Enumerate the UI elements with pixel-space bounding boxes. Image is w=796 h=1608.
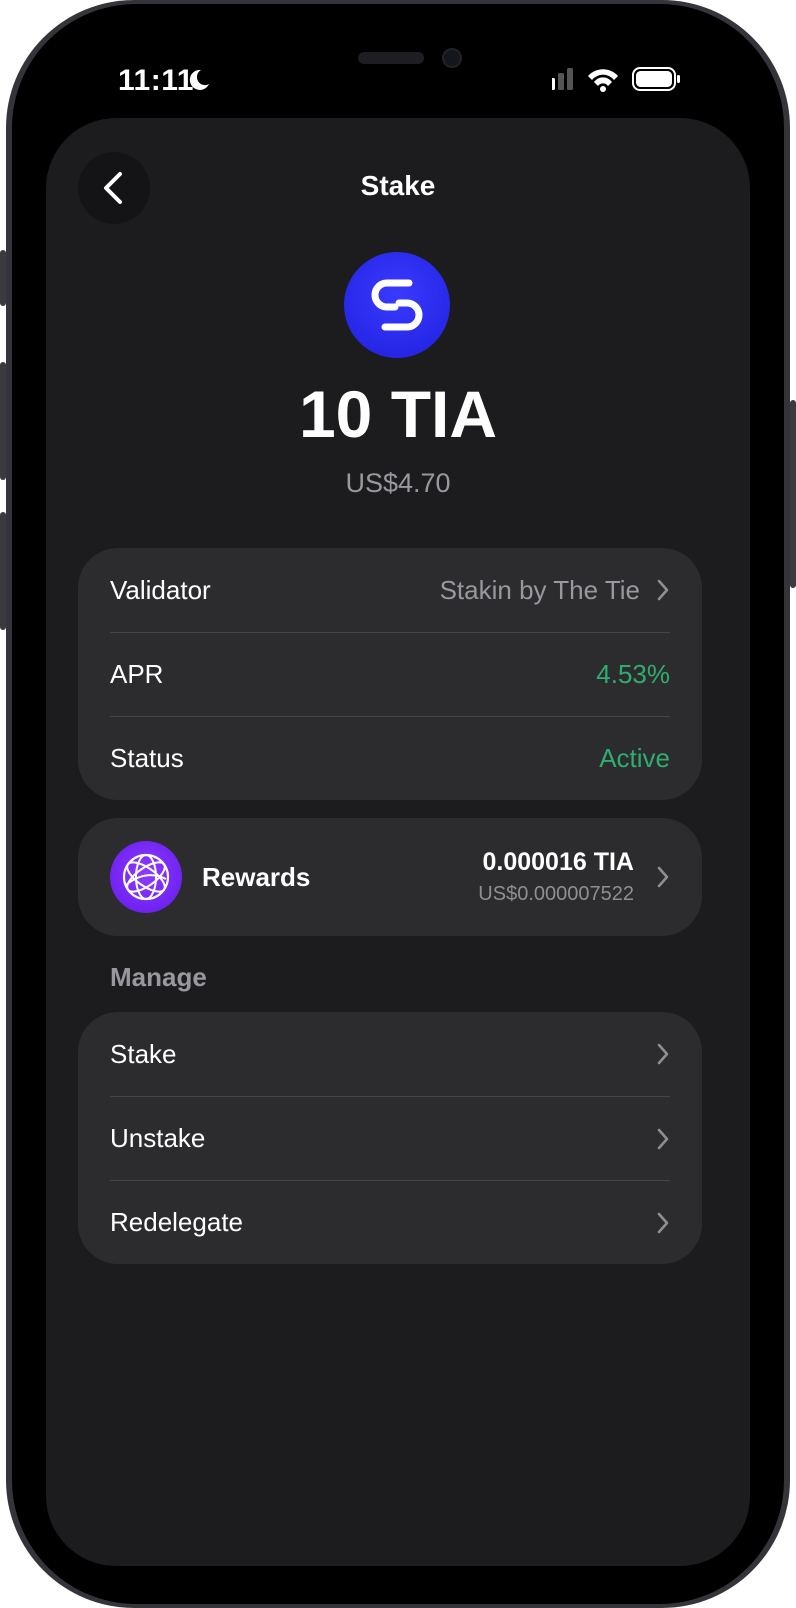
apr-label: APR [110, 659, 164, 689]
validator-row[interactable]: Validator Stakin by The Tie [110, 548, 670, 632]
status-icons [552, 67, 680, 92]
stake-fiat-value: US$4.70 [345, 468, 451, 498]
validator-label: Validator [110, 574, 211, 605]
battery-icon [632, 67, 680, 91]
celestia-globe-icon [122, 853, 170, 901]
token-logo [344, 252, 450, 358]
rewards-fiat-value: US$0.000007522 [478, 883, 634, 905]
manage-section-label: Manage [110, 962, 207, 992]
status-row: Status Active [110, 716, 670, 800]
volume-up-button [0, 362, 6, 480]
details-card: Validator Stakin by The Tie APR 4.53% St… [78, 548, 702, 800]
manage-item-label: Unstake [110, 1123, 206, 1153]
apr-row: APR 4.53% [110, 632, 670, 716]
manage-item-label: Redelegate [110, 1207, 243, 1237]
rewards-amount: 0.000016 TIA [482, 848, 635, 876]
apr-value: 4.53% [596, 659, 670, 689]
chevron-right-icon [657, 1212, 669, 1233]
manage-card: Stake Unstake Redelegate [78, 1012, 702, 1264]
validator-value: Stakin by The Tie [439, 574, 640, 605]
status-time: 11:11 [118, 64, 194, 97]
stake-amount: 10 TIA [298, 377, 498, 451]
silent-switch [0, 250, 6, 306]
cellular-signal-icon [552, 68, 573, 90]
manage-item-label: Stake [110, 1038, 177, 1069]
volume-down-button [0, 512, 6, 630]
rewards-token-icon [110, 841, 182, 913]
chevron-right-icon [657, 1128, 669, 1149]
earpiece-speaker [358, 52, 424, 64]
page-title: Stake [360, 170, 436, 201]
wifi-icon [588, 69, 618, 92]
app-screen: Stake 10 TIA US$4.70 Validator Stakin by… [46, 118, 750, 1566]
manage-item-redelegate[interactable]: Redelegate [110, 1180, 670, 1264]
rewards-label: Rewards [202, 861, 311, 892]
chevron-right-icon [657, 579, 669, 601]
status-value: Active [599, 743, 670, 773]
power-button [790, 400, 796, 588]
front-camera [442, 48, 462, 68]
stakin-s-icon [371, 279, 423, 331]
manage-item-unstake[interactable]: Unstake [110, 1096, 670, 1180]
rewards-card[interactable]: Rewards 0.000016 TIA US$0.000007522 [78, 818, 702, 936]
moon-icon [189, 69, 209, 90]
chevron-right-icon [657, 866, 669, 888]
manage-item-stake[interactable]: Stake [110, 1012, 670, 1096]
status-label: Status [110, 743, 184, 773]
chevron-right-icon [657, 1043, 669, 1065]
